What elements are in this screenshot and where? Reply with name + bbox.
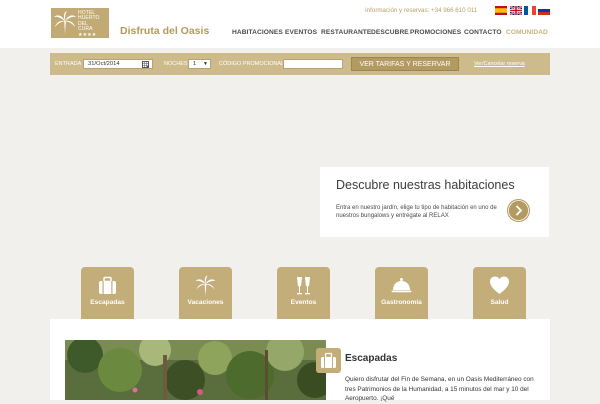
- nav-promociones[interactable]: PROMOCIONES: [410, 29, 461, 36]
- promo-title: Descubre nuestras habitaciones: [336, 178, 515, 192]
- logo-text: HOTEL HUERTO DEL CURA ★★★★: [78, 10, 100, 38]
- nav-restaurante[interactable]: RESTAURANTE: [321, 29, 371, 36]
- view-rates-button[interactable]: VER TARIFAS Y RESERVAR: [351, 57, 459, 71]
- nav-descubre[interactable]: DESCUBRE: [371, 29, 409, 36]
- chevron-down-icon: ▼: [203, 61, 208, 67]
- nav-contacto[interactable]: CONTACTO: [464, 29, 502, 36]
- feature-section: Escapadas Quiero disfrutar del Fin de Se…: [50, 319, 550, 402]
- flag-france-icon[interactable]: [524, 6, 536, 15]
- nav-comunidad[interactable]: COMUNIDAD: [506, 29, 548, 36]
- flag-russia-icon[interactable]: [538, 6, 550, 15]
- category-label: Escapadas: [90, 299, 125, 306]
- feature-text: Quiero disfrutar del Fin de Semana, en u…: [345, 376, 534, 402]
- nav-habitaciones[interactable]: HABITACIONES: [232, 29, 283, 36]
- category-vacaciones[interactable]: Vacaciones: [179, 267, 232, 319]
- palm-logo-icon: [54, 11, 76, 34]
- booking-bar: ENTRADA 31/Oct/2014 NOCHES 1 ▼ CÓDIGO PR…: [50, 53, 550, 75]
- category-eventos[interactable]: Eventos: [277, 267, 330, 319]
- checkin-date-field[interactable]: 31/Oct/2014: [83, 59, 153, 69]
- champagne-glasses-icon: [297, 277, 310, 295]
- flag-uk-icon[interactable]: [510, 6, 522, 15]
- checkin-label: ENTRADA: [55, 61, 82, 67]
- manage-reservation-link[interactable]: Ver/Cancelar reserva: [474, 61, 525, 67]
- promo-next-button[interactable]: [507, 199, 530, 222]
- feature-badge: [316, 348, 341, 373]
- category-label: Vacaciones: [187, 299, 224, 306]
- promo-code-input[interactable]: [283, 59, 343, 69]
- suitcase-icon: [99, 276, 116, 294]
- category-label: Gastronomía: [381, 299, 422, 306]
- suitcase-icon: [321, 352, 336, 368]
- nav-eventos[interactable]: EVENTOS: [285, 29, 317, 36]
- category-label: Eventos: [290, 299, 317, 306]
- nights-label: NOCHES: [164, 61, 188, 67]
- palm-tree-icon: [195, 275, 216, 296]
- promo-code-label: CÓDIGO PROMOCIONAL: [219, 61, 285, 67]
- nights-value: 1: [193, 61, 197, 67]
- hotel-logo[interactable]: HOTEL HUERTO DEL CURA ★★★★: [51, 8, 109, 38]
- promo-text: Entra en nuestro jardín, elige tu tipo d…: [336, 205, 497, 220]
- category-escapadas[interactable]: Escapadas: [81, 267, 134, 319]
- category-label: Salud: [490, 299, 509, 306]
- site-header: HOTEL HUERTO DEL CURA ★★★★ Disfruta del …: [0, 0, 600, 48]
- contact-info: Información y reservas: +34 966 610 011: [365, 7, 478, 14]
- heart-icon: [490, 276, 509, 294]
- category-salud[interactable]: Salud: [473, 267, 526, 319]
- site-tagline: Disfruta del Oasis: [120, 25, 210, 37]
- garden-photo: [65, 340, 326, 400]
- nights-select[interactable]: 1 ▼: [188, 59, 211, 69]
- category-gastronomia[interactable]: Gastronomía: [375, 267, 428, 319]
- calendar-icon[interactable]: [142, 61, 149, 68]
- feature-title: Escapadas: [345, 353, 398, 364]
- cloche-icon: [391, 278, 412, 293]
- arrow-right-icon: [508, 200, 529, 221]
- checkin-date-value: 31/Oct/2014: [88, 61, 120, 67]
- flag-spain-icon[interactable]: [495, 6, 507, 15]
- rooms-promo-card: Descubre nuestras habitaciones Entra en …: [320, 167, 549, 237]
